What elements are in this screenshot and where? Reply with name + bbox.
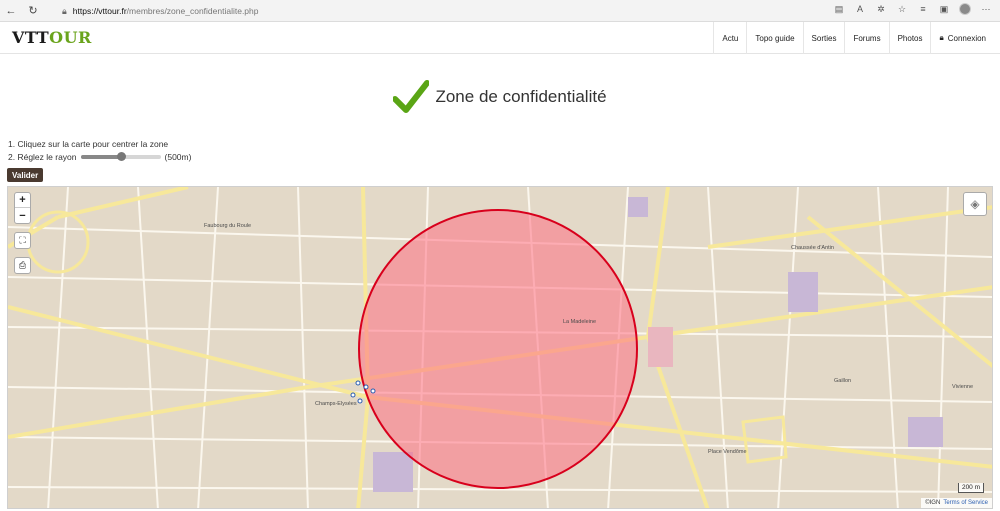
page-title: Zone de confidentialité [435,87,607,106]
attribution-ign: ©IGN [925,500,941,506]
menu-item-forums[interactable]: Forums [844,22,888,54]
radius-slider[interactable] [80,152,161,161]
layers-icon[interactable]: ◈ [963,192,987,216]
zoom-in-button[interactable]: + [15,193,30,209]
map-label-faubourg: Faubourg du Roule [204,223,252,229]
radius-slider-handle[interactable] [116,152,126,161]
site-logo[interactable]: VTTOUR [12,28,92,47]
scale-bar: 200 m [958,483,984,493]
fullscreen-icon[interactable]: ⛶ [14,232,31,249]
favorites-list-icon[interactable]: ≡ [917,4,929,14]
browser-toolbar: ← ↻ 🔒︎ https://vttour.fr/membres/zone_co… [0,0,1000,22]
map-label-gaillon: Gaillon [834,378,852,384]
map-label-chaussee: Chaussée d'Antin [791,245,834,251]
map-label-vivienne: Vivienne [952,384,973,390]
logo-part-2: OUR [49,28,92,47]
menu-item-actu[interactable]: Actu [713,22,746,54]
site-header: VTTOUR Actu Topo guide Sorties Forums Ph… [0,22,1000,54]
back-icon[interactable]: ← [0,0,22,22]
lock-icon: 🔒︎ [62,5,67,16]
checkmark-icon [393,80,430,113]
radius-slider-fill [80,155,121,159]
zoom-out-button[interactable]: − [15,208,30,223]
instruction-radius: 2. Réglez le rayon (500m) [8,152,191,162]
menu-item-photos[interactable]: Photos [888,22,931,54]
url-path: /membres/zone_confidentialite.php [126,6,259,16]
instruction-center: 1. Cliquez sur la carte pour centrer la … [8,139,169,149]
collections-icon[interactable]: ▣ [938,4,950,15]
login-label: Connexion [947,33,986,43]
favorite-icon[interactable]: ☆ [896,4,908,15]
more-icon[interactable]: ⋯ [980,4,992,15]
terms-of-service-link[interactable]: Terms of Service [943,500,988,506]
radius-value: (500m) [164,152,192,162]
zoom-control: + − [14,192,31,224]
page-heading: Zone de confidentialité [0,80,1000,114]
logo-part-1: VTT [12,28,50,47]
reader-icon[interactable]: ▤ [833,4,845,15]
map-label-vendome: Place Vendôme [708,449,747,455]
validate-button[interactable]: Valider [7,168,44,182]
lock-icon: 🔒︎ [939,33,944,42]
login-link[interactable]: 🔒︎ Connexion [930,22,994,54]
menu-item-sorties[interactable]: Sorties [802,22,845,54]
print-icon[interactable]: ⎙ [14,257,31,274]
extensions-icon[interactable]: ✲ [875,4,887,15]
reload-icon[interactable]: ↻ [22,0,44,22]
main-menu: Actu Topo guide Sorties Forums Photos 🔒︎… [713,22,994,54]
profile-avatar[interactable] [959,3,971,15]
menu-item-topo-guide[interactable]: Topo guide [746,22,802,54]
map-label-madeleine: La Madeleine [563,319,597,325]
read-aloud-icon[interactable]: A [854,4,866,14]
map[interactable]: Faubourg du Roule Chaussée d'Antin La Ma… [7,186,993,509]
map-canvas[interactable] [8,187,993,509]
map-attribution: ©IGN Terms of Service [921,498,992,508]
address-bar[interactable]: 🔒︎ https://vttour.fr/membres/zone_confid… [62,3,832,19]
map-label-champs: Champs-Elysées [315,401,357,407]
url-domain: https://vttour.fr [72,6,127,16]
radius-instruction-label: 2. Réglez le rayon [8,152,77,162]
